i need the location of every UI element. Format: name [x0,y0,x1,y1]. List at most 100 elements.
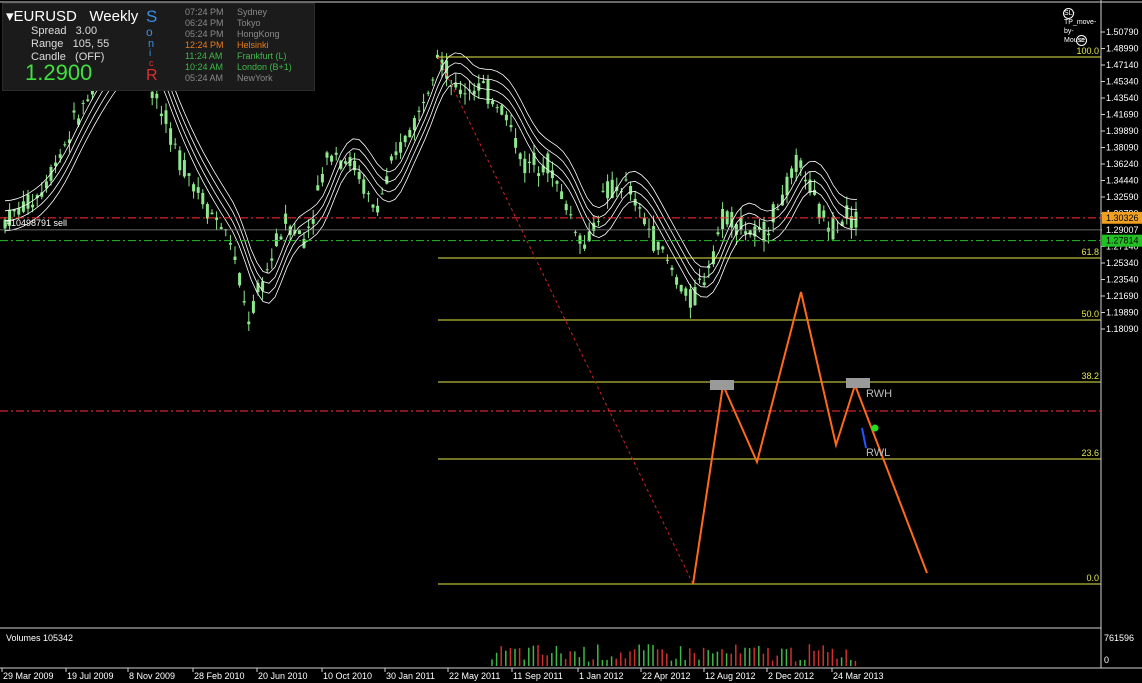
fib-level-label: 23.6 [1081,448,1099,458]
price-chart[interactable]: 100.061.850.038.223.60.0 #10498791 sell … [0,0,1142,683]
volume-axis-label: 0 [1104,655,1109,665]
candle-body [550,170,554,179]
rwh-label: RWH [866,388,892,400]
candle-body [399,142,403,153]
candle-body [297,230,301,235]
candle-body [665,259,669,261]
candle-body [670,267,674,270]
candle-body [803,179,807,182]
price-tick-label: 1.38090 [1106,143,1139,153]
price-tick-label: 1.19890 [1106,308,1139,318]
candle-body [247,321,251,325]
symbol-title[interactable]: ▾EURUSD Weekly [6,7,138,25]
candle-body [343,161,347,164]
time-tick-label: 24 Mar 2013 [833,671,884,681]
candle-body [431,79,435,81]
candle-body [458,89,462,95]
candle-body [417,110,421,112]
volume-panel-label: Volumes 105342 [6,633,74,643]
candle-body [182,160,186,177]
candle-body [325,152,329,158]
candle-body [642,217,646,225]
candle-body [219,227,223,229]
candle-body [201,192,205,205]
fib-level-label: 100.0 [1076,46,1099,56]
candle-body [63,144,67,146]
candle-body [389,156,393,161]
candle-body [721,208,725,230]
candle-body [587,231,591,242]
candle-body [831,217,835,240]
sl-tp-indicator-label[interactable]: SL-TP_move-by-Mouse☺ [1061,8,1096,46]
session-london: 10:24 AM London (B+1) [185,62,292,72]
time-tick-label: 22 May 2011 [449,671,500,681]
candle-body [394,151,398,156]
session-helsinki: 12:24 PM Helsinki [185,40,269,50]
candle-body [371,204,375,208]
price-tick-label: 1.23540 [1106,275,1139,285]
candle-body [366,193,370,195]
candle-body [702,282,706,285]
price-tick-label: 1.32590 [1106,192,1139,202]
fib-level-label: 38.2 [1081,371,1099,381]
candle-body [822,210,826,218]
spread-row: Spread 3.00 [31,25,98,37]
candle-body [790,168,794,178]
price-axis: 1.50790 1.48990 1.47140 1.45340 1.43540 1.416… [1101,27,1142,665]
candle-body [578,235,582,244]
pattern-box [710,380,734,390]
candle-body [785,176,789,196]
candle-body [334,152,338,155]
candle-body [688,289,692,308]
candle-body [251,301,255,313]
candle-body [555,181,559,184]
candle-body [385,176,389,184]
price-tick-label: 1.39890 [1106,126,1139,136]
volume-bars [491,644,857,666]
candle-body [491,100,495,105]
candle-body [357,172,361,180]
candle-body [81,102,85,104]
candle-body [362,179,366,194]
session-tokyo: 06:24 PM Tokyo [185,18,261,28]
symbol-info-panel: ▾EURUSD Weekly Spread 3.00 Range 105, 55… [2,3,315,91]
candle-body [242,301,246,303]
fib-level-label: 0.0 [1086,573,1099,583]
candle-body [86,99,90,102]
price-tick-label: 1.41690 [1106,110,1139,120]
time-tick-label: 11 Sep 2011 [513,671,563,681]
candle-body [624,179,628,181]
pattern-box [846,378,870,388]
candle-body [463,93,467,95]
candle-body [486,79,490,104]
candle-body [412,118,416,131]
volume-axis-label: 761596 [1104,633,1134,643]
candle-body [693,287,697,306]
candle-body [509,125,513,128]
time-tick-label: 12 Aug 2012 [705,671,756,681]
candle-body [330,155,334,162]
candle-body [173,143,177,145]
candle-body [767,233,771,236]
candle-body [675,277,679,285]
fibonacci-retracement[interactable]: 100.0 61.8 50.0 38.2 23.6 0.0 [437,46,1101,585]
candle-body [426,92,430,94]
candle-body [155,93,159,99]
candle-body [472,90,476,95]
price-tick-label: 1.43540 [1106,93,1139,103]
candle-body [794,154,798,172]
candle-body [284,213,288,224]
time-tick-label: 30 Jan 2011 [386,671,435,681]
price-tick-label: 1.34440 [1106,176,1139,186]
zigzag-line [692,291,928,585]
candle-body [238,273,242,286]
candle-body [270,258,274,261]
time-tick-label: 1 Jan 2012 [579,671,624,681]
candle-body [228,243,232,245]
candle-body [159,113,163,117]
candle-body [518,153,522,160]
candle-body [601,190,605,192]
fib-level-label: 50.0 [1081,309,1099,319]
candle-body [307,226,311,228]
time-tick-label: 22 Apr 2012 [642,671,691,681]
